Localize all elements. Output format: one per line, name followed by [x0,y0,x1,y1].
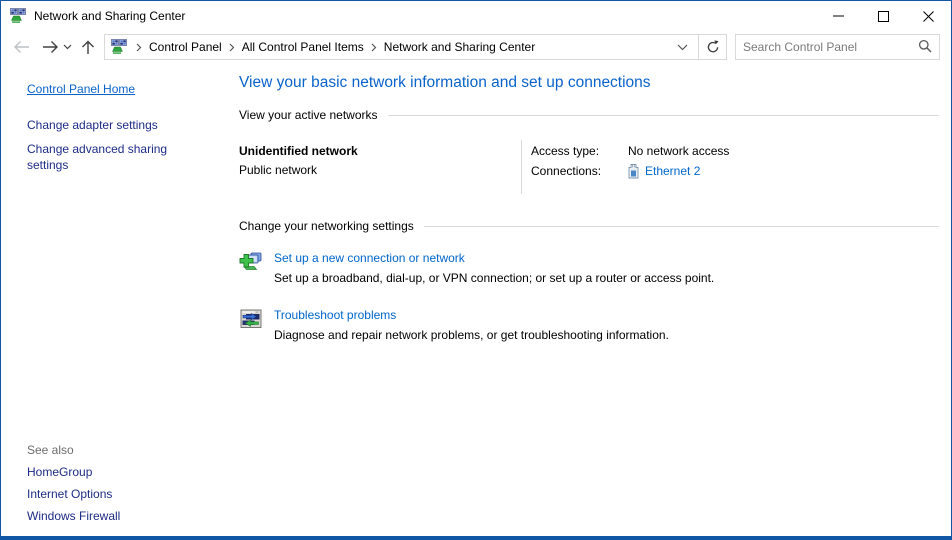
caption-buttons [816,1,951,31]
setup-connection-text: Set up a new connection or network Set u… [274,250,714,286]
titlebar: Network and Sharing Center [1,1,951,31]
close-button[interactable] [906,1,951,31]
active-network-row: Unidentified network Public network Acce… [239,142,939,192]
back-button[interactable] [13,40,31,54]
window-title: Network and Sharing Center [34,9,185,23]
network-sharing-center-icon [111,39,127,55]
sidebar-item-control-panel-home[interactable]: Control Panel Home [27,82,135,96]
network-sharing-center-icon [10,8,26,24]
sidebar: Control Panel Home Change adapter settin… [1,63,231,536]
sidebar-item-change-advanced-sharing-settings[interactable]: Change advanced sharing settings [27,141,199,173]
network-sharing-center-window: Network and Sharing Center [0,0,952,540]
troubleshoot-link[interactable]: Troubleshoot problems [274,307,396,323]
refresh-icon [706,40,720,54]
chevron-down-icon [677,44,688,51]
ethernet-plug-icon [628,164,639,179]
chevron-right-icon [229,43,235,52]
setup-connection-item: Set up a new connection or network Set u… [239,250,939,286]
forward-button[interactable] [41,40,59,54]
monitor-with-green-plus-icon [239,250,263,274]
section-divider [388,115,939,116]
up-arrow-icon [81,39,95,55]
access-type-label: Access type: [531,142,628,161]
troubleshoot-text: Troubleshoot problems Diagnose and repai… [274,307,669,343]
close-icon [923,11,934,22]
connections-value: Ethernet 2 [628,162,729,181]
address-history-dropdown[interactable] [673,44,692,51]
connection-link-ethernet-2[interactable]: Ethernet 2 [645,162,700,181]
networking-settings-section-title: Change your networking settings [239,219,414,233]
search-icon[interactable] [918,39,932,56]
chevron-down-icon [63,44,72,50]
window-with-arrows-icon [239,307,263,331]
network-name: Unidentified network [239,142,521,161]
maximize-icon [878,11,889,22]
maximize-button[interactable] [861,1,906,31]
minimize-button[interactable] [816,1,861,31]
sidebar-item-change-adapter-settings[interactable]: Change adapter settings [27,117,199,133]
active-networks-section-header: View your active networks [239,108,939,122]
section-divider [424,226,939,227]
troubleshoot-description: Diagnose and repair network problems, or… [274,328,669,343]
chevron-right-icon [371,43,377,52]
main-pane: View your basic network information and … [231,63,951,536]
breadcrumb-network-and-sharing-center[interactable]: Network and Sharing Center [382,40,537,54]
connections-label: Connections: [531,162,628,181]
up-button[interactable] [81,39,95,55]
see-also-header: See also [27,443,221,457]
sidebar-item-windows-firewall[interactable]: Windows Firewall [27,509,120,523]
toolbar: Control Panel All Control Panel Items Ne… [1,31,951,63]
forward-arrow-icon [41,40,59,54]
network-identity: Unidentified network Public network [239,142,521,192]
troubleshoot-item: Troubleshoot problems Diagnose and repai… [239,307,939,343]
sidebar-item-homegroup[interactable]: HomeGroup [27,465,92,479]
recent-pages-dropdown[interactable] [63,44,72,50]
access-type-value: No network access [628,142,729,161]
refresh-button[interactable] [699,34,727,60]
network-details: Access type: No network access Connectio… [522,142,729,192]
network-category: Public network [239,161,521,180]
see-also-section: See also HomeGroup Internet Options Wind… [27,443,221,523]
active-networks-section-title: View your active networks [239,108,378,122]
networking-settings-section-header: Change your networking settings [239,219,939,233]
setup-connection-link[interactable]: Set up a new connection or network [274,250,465,266]
page-title: View your basic network information and … [239,72,939,94]
breadcrumb-all-control-panel-items[interactable]: All Control Panel Items [240,40,366,54]
sidebar-item-internet-options[interactable]: Internet Options [27,487,112,501]
breadcrumb-control-panel[interactable]: Control Panel [147,40,224,54]
back-arrow-icon [13,40,31,54]
search-box [735,34,940,60]
search-input[interactable] [743,40,918,54]
minimize-icon [833,15,844,17]
address-bar[interactable]: Control Panel All Control Panel Items Ne… [104,34,699,60]
setup-connection-description: Set up a broadband, dial-up, or VPN conn… [274,271,714,286]
chevron-right-icon [136,43,142,52]
content-area: Control Panel Home Change adapter settin… [1,63,951,536]
